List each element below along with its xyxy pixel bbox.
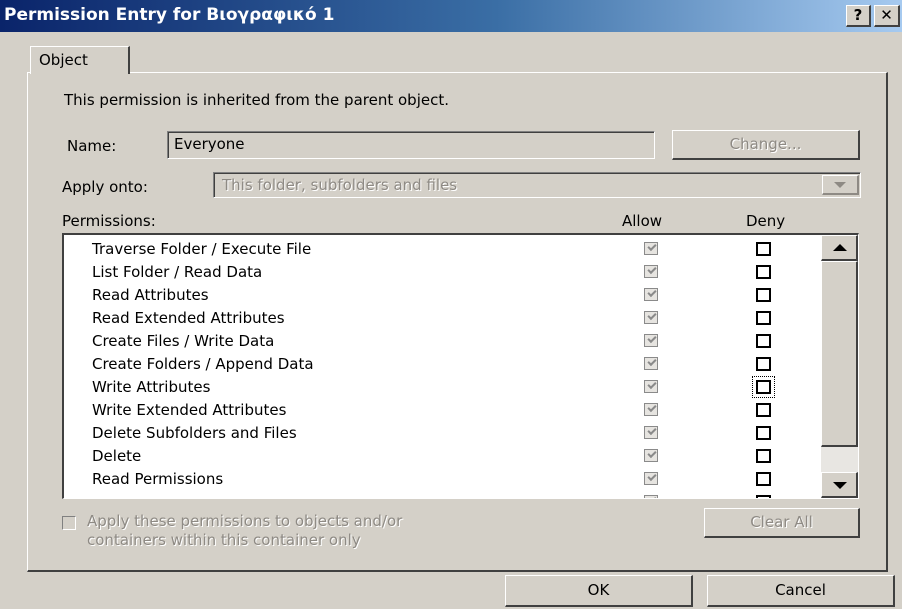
permission-row: Write Attributes: [64, 376, 821, 399]
allow-checkbox: [644, 472, 658, 485]
permission-row: List Folder / Read Data: [64, 261, 821, 284]
apply-onto-label: Apply onto:: [62, 178, 148, 196]
help-button[interactable]: ?: [846, 5, 871, 27]
deny-checkbox[interactable]: [756, 242, 771, 256]
deny-checkbox[interactable]: [756, 495, 771, 498]
name-label: Name:: [67, 137, 117, 155]
window-title: Permission Entry for Βιογραφικό 1: [4, 5, 335, 25]
permissions-list[interactable]: Traverse Folder / Execute File List Fold…: [62, 233, 859, 499]
permission-name: Read Extended Attributes: [92, 309, 285, 327]
apply-to-children-checkbox[interactable]: [62, 516, 76, 530]
permissions-label: Permissions:: [62, 212, 156, 230]
permission-row: Traverse Folder / Execute File: [64, 238, 821, 261]
arrow-up-icon: [833, 244, 847, 251]
allow-checkbox: [644, 311, 658, 324]
tab-object[interactable]: Object: [30, 46, 130, 74]
cancel-button[interactable]: Cancel: [707, 575, 895, 607]
deny-checkbox[interactable]: [756, 426, 771, 440]
name-value: Everyone: [174, 135, 245, 153]
allow-checkbox: [644, 495, 658, 498]
close-button[interactable]: ✕: [874, 5, 900, 27]
deny-checkbox[interactable]: [756, 288, 771, 302]
clear-all-button[interactable]: Clear All: [704, 508, 860, 538]
deny-checkbox[interactable]: [756, 357, 771, 371]
allow-checkbox: [644, 357, 658, 370]
permission-name: Create Files / Write Data: [92, 332, 275, 350]
tab-object-label: Object: [39, 51, 88, 69]
column-allow: Allow: [622, 212, 663, 230]
deny-checkbox[interactable]: [756, 472, 771, 486]
allow-checkbox: [644, 265, 658, 278]
allow-checkbox: [644, 380, 658, 393]
permission-row: Read Permissions: [64, 468, 821, 491]
permission-name: Read Permissions: [92, 470, 224, 488]
arrow-down-icon: [833, 482, 847, 489]
permission-name: Delete Subfolders and Files: [92, 424, 297, 442]
permission-row-partial: [64, 491, 821, 498]
permission-row: Delete Subfolders and Files: [64, 422, 821, 445]
deny-checkbox[interactable]: [756, 380, 771, 394]
deny-checkbox[interactable]: [756, 334, 771, 348]
chevron-down-icon: [834, 182, 846, 188]
deny-checkbox[interactable]: [756, 265, 771, 279]
allow-checkbox: [644, 403, 658, 416]
permission-row: Read Attributes: [64, 284, 821, 307]
title-bar: Permission Entry for Βιογραφικό 1 ? ✕: [0, 0, 902, 32]
ok-button[interactable]: OK: [505, 575, 693, 607]
allow-checkbox: [644, 449, 658, 462]
permission-row: Write Extended Attributes: [64, 399, 821, 422]
deny-checkbox[interactable]: [756, 449, 771, 463]
name-field: Everyone: [167, 131, 655, 159]
scroll-up-button[interactable]: [821, 235, 858, 261]
deny-checkbox[interactable]: [756, 311, 771, 325]
change-button[interactable]: Change...: [672, 130, 860, 160]
scroll-thumb[interactable]: [821, 261, 858, 447]
allow-checkbox: [644, 242, 658, 255]
permission-row: Delete: [64, 445, 821, 468]
vertical-scrollbar[interactable]: [821, 235, 858, 498]
permission-name: Write Extended Attributes: [92, 401, 287, 419]
apply-onto-combo[interactable]: This folder, subfolders and files: [213, 172, 861, 198]
apply-onto-value: This folder, subfolders and files: [222, 176, 458, 194]
allow-checkbox: [644, 288, 658, 301]
permission-name: Create Folders / Append Data: [92, 355, 314, 373]
apply-onto-dropdown-button[interactable]: [822, 175, 859, 195]
permission-name: Write Attributes: [92, 378, 211, 396]
apply-to-children-label-line2: containers within this container only: [87, 531, 361, 549]
permission-name: Traverse Folder / Execute File: [92, 240, 312, 258]
allow-checkbox: [644, 334, 658, 347]
scroll-down-button[interactable]: [821, 472, 858, 498]
permission-row: Create Folders / Append Data: [64, 353, 821, 376]
permission-row: Read Extended Attributes: [64, 307, 821, 330]
inherited-notice: This permission is inherited from the pa…: [64, 91, 449, 109]
permission-entry-dialog: Permission Entry for Βιογραφικό 1 ? ✕ Ob…: [0, 0, 902, 609]
permission-name: Delete: [92, 447, 142, 465]
column-deny: Deny: [746, 212, 786, 230]
allow-checkbox: [644, 426, 658, 439]
permission-name: List Folder / Read Data: [92, 263, 263, 281]
apply-to-children-label-line1: Apply these permissions to objects and/o…: [87, 512, 403, 530]
deny-checkbox[interactable]: [756, 403, 771, 417]
permission-row: Create Files / Write Data: [64, 330, 821, 353]
permission-name: Read Attributes: [92, 286, 209, 304]
